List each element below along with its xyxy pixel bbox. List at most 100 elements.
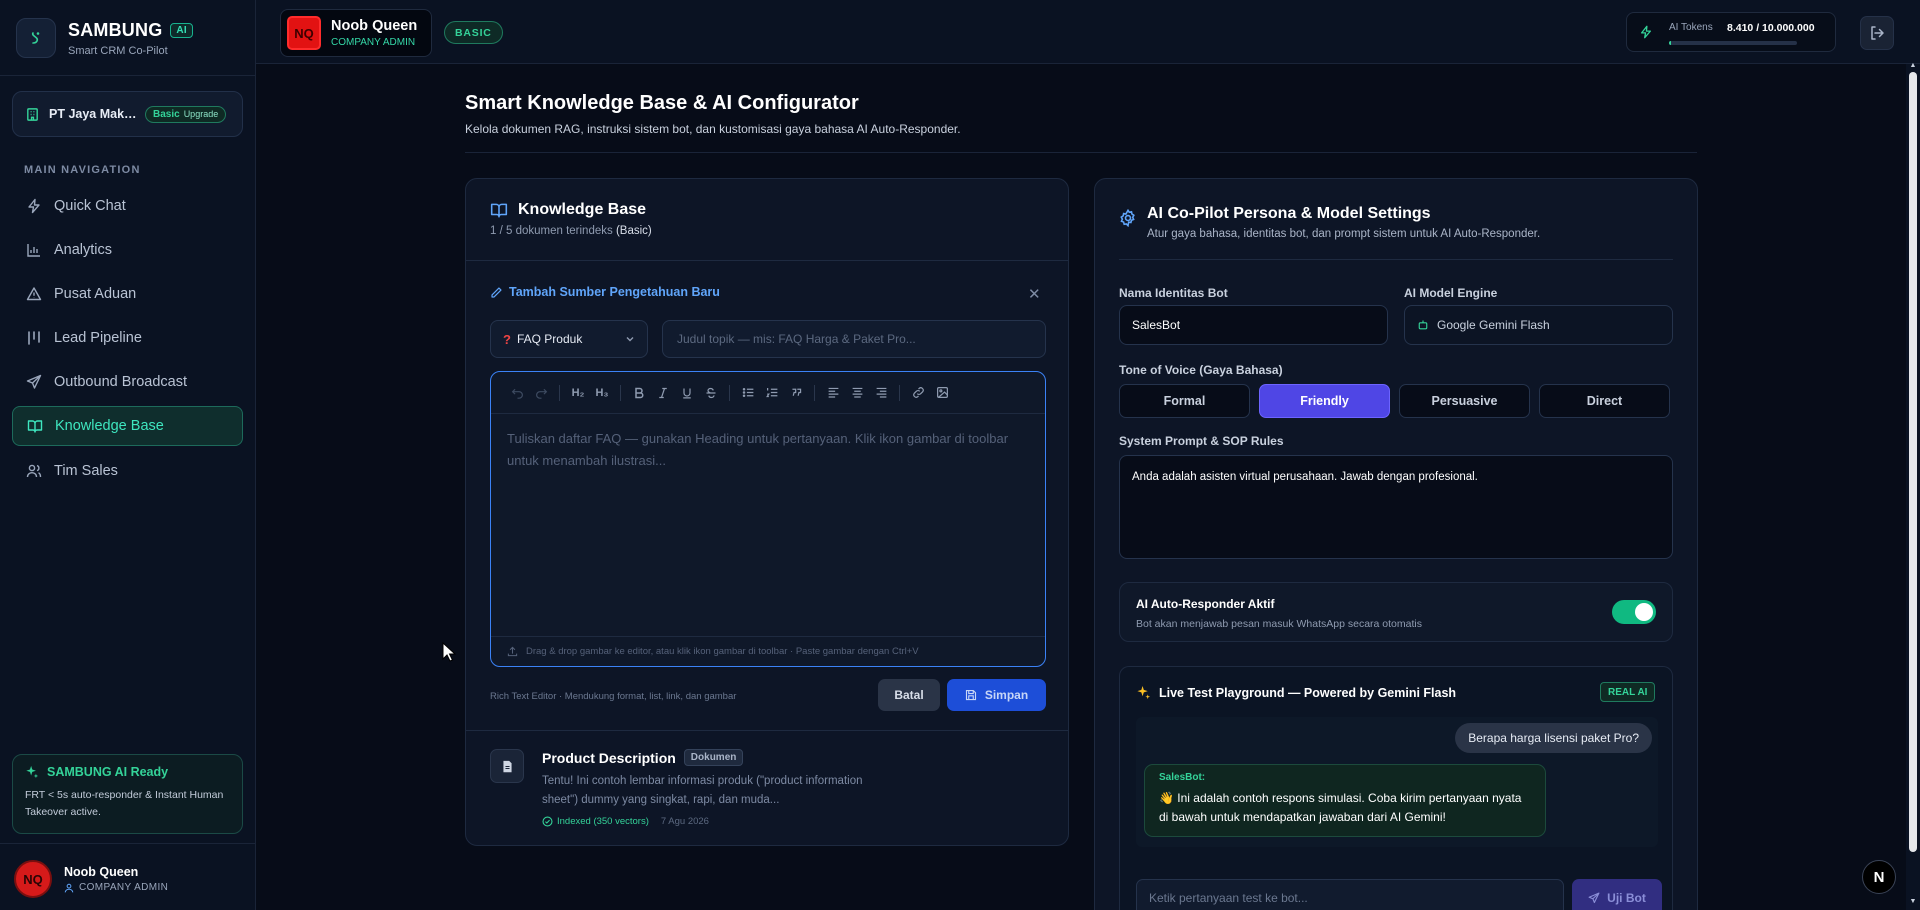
divider xyxy=(1119,259,1673,260)
undo-icon[interactable] xyxy=(505,381,529,405)
tone-direct-button[interactable]: Direct xyxy=(1539,384,1670,418)
sidebar-item-pusat-aduan[interactable]: Pusat Aduan xyxy=(12,274,243,314)
tone-label: Tone of Voice (Gaya Bahasa) xyxy=(1119,363,1283,377)
italic-icon[interactable] xyxy=(651,381,675,405)
test-bot-button[interactable]: Uji Bot xyxy=(1572,879,1662,910)
gear-icon xyxy=(1120,209,1135,227)
toolbar-separator xyxy=(620,384,621,401)
knowledge-base-card: Knowledge Base 1 / 5 dokumen terindeks (… xyxy=(465,178,1069,846)
underline-icon[interactable] xyxy=(675,381,699,405)
chevron-down-icon xyxy=(625,334,635,344)
tokens-value: 8.410 / 10.000.000 xyxy=(1727,22,1815,34)
editor-content[interactable]: Tuliskan daftar FAQ — gunakan Heading un… xyxy=(491,414,1045,636)
company-role: COMPANY ADMIN xyxy=(331,37,416,48)
bot-name-input[interactable] xyxy=(1119,305,1388,345)
alert-triangle-icon xyxy=(26,287,42,301)
system-prompt-textarea[interactable]: Anda adalah asisten virtual perusahaan. … xyxy=(1119,455,1673,559)
book-open-icon xyxy=(490,203,508,218)
strikethrough-icon[interactable] xyxy=(699,381,723,405)
topic-title-input[interactable] xyxy=(662,320,1046,358)
user-name: Noob Queen xyxy=(64,865,139,879)
save-label: Simpan xyxy=(984,688,1029,702)
document-type-badge: Dokumen xyxy=(683,749,744,766)
heading-2-button[interactable]: H₂ xyxy=(566,381,590,405)
align-center-icon[interactable] xyxy=(845,381,869,405)
kb-title: Knowledge Base xyxy=(518,201,647,218)
ordered-list-icon[interactable] xyxy=(760,381,784,405)
sidebar-item-quick-chat[interactable]: Quick Chat xyxy=(12,186,243,226)
tone-formal-button[interactable]: Formal xyxy=(1119,384,1250,418)
ai-ready-title: SAMBUNG AI Ready xyxy=(47,765,169,779)
toolbar-separator xyxy=(899,384,900,401)
bot-message-text: 👋 Ini adalah contoh respons simulasi. Co… xyxy=(1159,791,1522,824)
auto-responder-toggle[interactable] xyxy=(1612,600,1656,624)
company-name: Noob Queen xyxy=(331,18,418,34)
playground-title: Live Test Playground — Powered by Gemini… xyxy=(1159,685,1457,700)
tokens-progress xyxy=(1669,41,1797,45)
upgrade-link[interactable]: Upgrade xyxy=(184,109,219,119)
org-switcher[interactable]: PT Jaya Makmur Basic Upgrade xyxy=(12,91,243,137)
sidebar-item-label: Analytics xyxy=(54,242,113,258)
scroll-up-icon[interactable]: ▲ xyxy=(1909,62,1917,70)
ai-ready-text: FRT < 5s auto-responder & Instant Human … xyxy=(25,789,224,818)
close-icon[interactable]: ✕ xyxy=(1028,285,1041,303)
divider xyxy=(0,75,256,76)
ai-ready-card: SAMBUNG AI Ready FRT < 5s auto-responder… xyxy=(12,754,243,834)
user-profile[interactable]: NQ Noob Queen COMPANY ADMIN xyxy=(14,860,168,898)
scroll-down-icon[interactable]: ▼ xyxy=(1909,898,1917,906)
prompt-label: System Prompt & SOP Rules xyxy=(1119,434,1284,448)
toolbar-separator xyxy=(559,384,560,401)
quote-icon[interactable] xyxy=(784,381,808,405)
category-select[interactable]: ? FAQ Produk xyxy=(490,320,648,358)
category-value: FAQ Produk xyxy=(516,332,583,346)
pencil-icon xyxy=(491,286,502,298)
align-left-icon[interactable] xyxy=(821,381,845,405)
auto-responder-setting: AI Auto-Responder Aktif Bot akan menjawa… xyxy=(1119,582,1673,642)
real-ai-badge: REAL AI xyxy=(1600,682,1656,702)
sidebar-item-knowledge-base[interactable]: Knowledge Base xyxy=(12,406,243,446)
bullet-list-icon[interactable] xyxy=(736,381,760,405)
bar-chart-icon xyxy=(27,244,40,257)
cancel-button[interactable]: Batal xyxy=(878,679,940,711)
model-engine-select[interactable]: Google Gemini Flash xyxy=(1404,305,1673,345)
org-plan: Basic xyxy=(153,108,180,120)
sidebar-item-tim-sales[interactable]: Tim Sales xyxy=(12,451,243,491)
model-engine-value: Google Gemini Flash xyxy=(1437,318,1550,332)
save-button[interactable]: Simpan xyxy=(947,679,1046,711)
kb-plan: (Basic) xyxy=(615,225,652,237)
auto-responder-title: AI Auto-Responder Aktif xyxy=(1136,597,1275,611)
brand[interactable]: SAMBUNG AI Smart CRM Co-Pilot xyxy=(16,18,193,58)
bold-icon[interactable] xyxy=(627,381,651,405)
sidebar-item-analytics[interactable]: Analytics xyxy=(12,230,243,270)
bot-message: SalesBot: 👋 Ini adalah contoh respons si… xyxy=(1144,764,1546,837)
scrollbar-thumb[interactable] xyxy=(1909,72,1917,852)
company-switcher[interactable]: NQ Noob Queen COMPANY ADMIN xyxy=(280,9,432,57)
sidebar-item-label: Lead Pipeline xyxy=(54,330,142,346)
image-icon[interactable] xyxy=(930,381,954,405)
tone-friendly-button[interactable]: Friendly xyxy=(1259,384,1390,418)
ai-tokens-meter: AI Tokens 8.410 / 10.000.000 xyxy=(1626,12,1836,52)
tone-persuasive-button[interactable]: Persuasive xyxy=(1399,384,1530,418)
heading-3-button[interactable]: H₃ xyxy=(590,381,614,405)
test-question-input[interactable] xyxy=(1136,879,1564,910)
document-indexed-status: Indexed (350 vectors) xyxy=(557,816,649,827)
sidebar-item-outbound-broadcast[interactable]: Outbound Broadcast xyxy=(12,362,243,402)
building-icon xyxy=(27,107,38,121)
rich-text-editor[interactable]: H₂ H₃ Tuliskan daftar FAQ — gunakan Head… xyxy=(490,371,1046,667)
ai-settings-card: AI Co-Pilot Persona & Model Settings Atu… xyxy=(1094,178,1698,910)
user-icon xyxy=(64,883,74,892)
org-plan-badge[interactable]: Basic Upgrade xyxy=(145,105,227,123)
test-bot-label: Uji Bot xyxy=(1607,891,1646,905)
link-icon[interactable] xyxy=(906,381,930,405)
brand-tagline: Smart CRM Co-Pilot xyxy=(68,44,168,57)
align-right-icon[interactable] xyxy=(869,381,893,405)
sidebar-item-label: Knowledge Base xyxy=(55,418,164,434)
scrollbar[interactable]: ▲ ▼ xyxy=(1906,62,1920,910)
avatar: NQ xyxy=(14,860,52,898)
sidebar-item-lead-pipeline[interactable]: Lead Pipeline xyxy=(12,318,243,358)
file-text-icon xyxy=(490,749,524,783)
document-description: Tentu! Ini contoh lembar informasi produ… xyxy=(542,775,863,806)
redo-icon[interactable] xyxy=(529,381,553,405)
dev-tools-badge[interactable]: N xyxy=(1862,860,1896,894)
logout-button[interactable] xyxy=(1860,16,1894,50)
